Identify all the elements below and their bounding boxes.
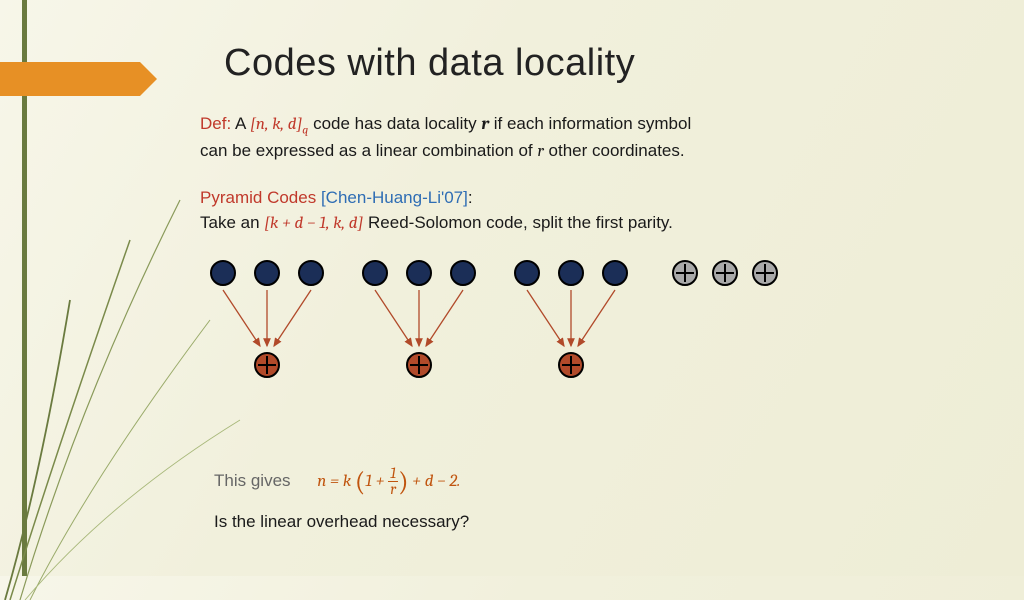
arrows [200, 260, 920, 420]
this-gives: This gives [214, 471, 291, 490]
def-label: Def: [200, 114, 231, 133]
pyramid-paragraph: Pyramid Codes [Chen-Huang-Li'07]: Take a… [200, 186, 920, 236]
pyramid-name: Pyramid Codes [200, 188, 316, 207]
slide-flag [0, 62, 140, 96]
slide-title: Codes with data locality [224, 42, 635, 85]
equation: n = k (1 + 1r) + d − 2. [317, 472, 460, 491]
pyramid-cite: [Chen-Huang-Li'07] [321, 188, 468, 207]
footer-text: This gives n = k (1 + 1r) + d − 2. Is th… [214, 466, 469, 532]
code-diagram [200, 260, 920, 420]
local-parity [254, 352, 280, 378]
question: Is the linear overhead necessary? [214, 512, 469, 532]
local-parity [558, 352, 584, 378]
definition-paragraph: Def: A [n, k, d]q code has data locality… [200, 112, 920, 164]
local-parity [406, 352, 432, 378]
body-text: Def: A [n, k, d]q code has data locality… [200, 112, 920, 237]
